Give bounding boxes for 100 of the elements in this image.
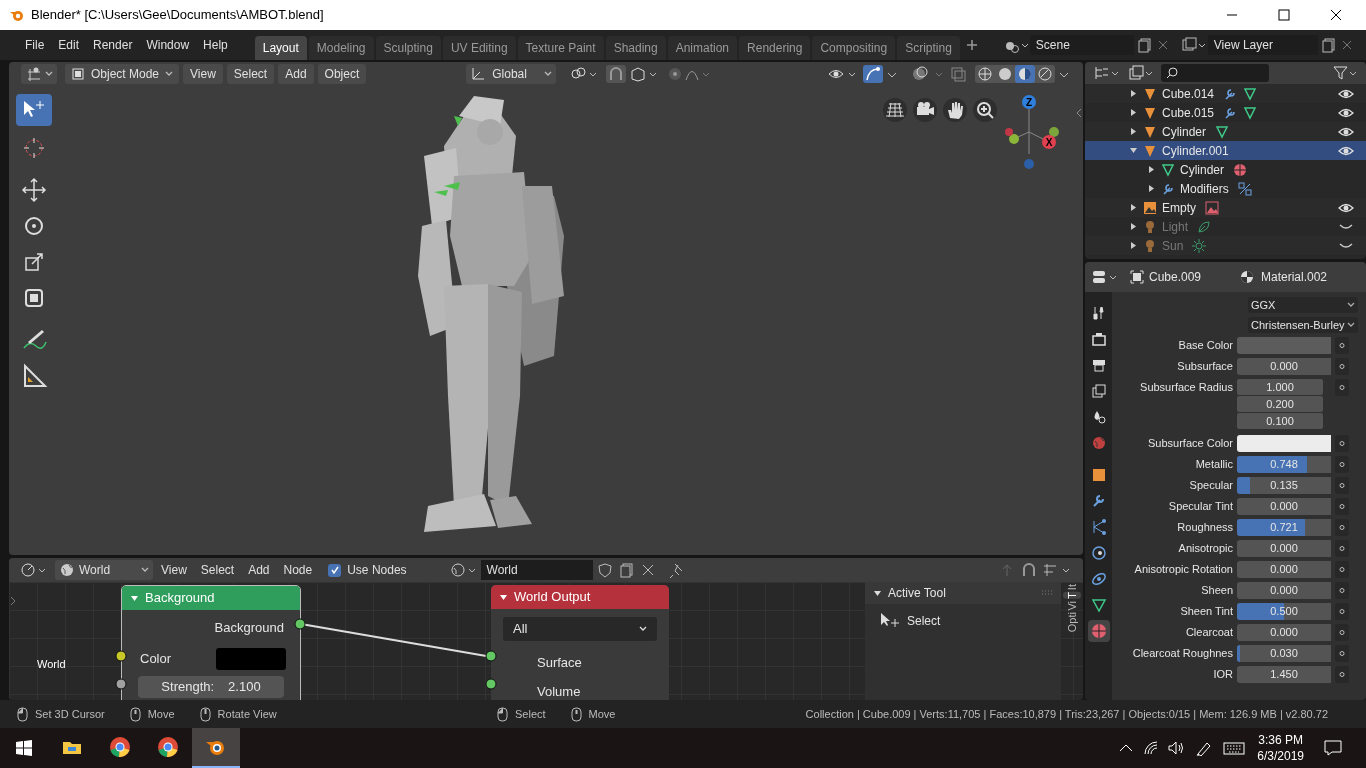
menu-item[interactable]: Help <box>196 36 235 54</box>
menu-item[interactable]: Select <box>226 64 275 84</box>
field-label: Anisotropic Rotation <box>1133 562 1234 577</box>
context-label: World <box>37 657 66 672</box>
object-name[interactable]: Modifiers <box>1180 179 1229 198</box>
socket-label: Surface <box>536 654 583 672</box>
socket-label: Volume <box>536 682 582 700</box>
field-label: IOR <box>1212 667 1234 682</box>
hint-label: Select <box>515 706 546 722</box>
slider-field[interactable]: 1.450 <box>1237 666 1331 683</box>
workspace-tab[interactable]: Sculpting <box>375 36 441 60</box>
scene-field[interactable]: Scene <box>1029 35 1134 55</box>
menu-item[interactable]: View <box>155 561 193 579</box>
slider-field[interactable]: 0.000 <box>1237 561 1331 578</box>
strength-field[interactable]: Strength: 2.100 <box>138 675 284 698</box>
field-label: Sheen <box>1200 583 1234 598</box>
outliner-row[interactable]: Cube.015 <box>1085 103 1366 122</box>
panel-header[interactable]: Active Tool <box>865 582 1061 604</box>
menu-item[interactable]: Node <box>277 561 319 579</box>
menu-item[interactable]: Select <box>194 561 241 579</box>
object-name[interactable]: Empty <box>1162 198 1196 217</box>
breadcrumb-material: Material.002 <box>1261 269 1328 286</box>
node-card[interactable]: World Output All Surface Volume <box>491 585 669 700</box>
menu-item[interactable]: File <box>18 36 52 54</box>
number-field[interactable]: 0.100 <box>1237 413 1323 429</box>
node-title: World Output <box>514 588 591 607</box>
field-label: Clearcoat <box>1184 625 1234 640</box>
object-name[interactable]: Cylinder <box>1162 122 1206 141</box>
axis-handle[interactable]: Z <box>1022 95 1036 109</box>
field-label: Roughness <box>1176 520 1234 535</box>
node-card[interactable]: Background Background Color Strength: 2.100 <box>121 585 301 700</box>
slider-field[interactable]: 0.748 <box>1237 456 1331 473</box>
workspace-tab[interactable]: Texture Paint <box>517 36 604 60</box>
world-dropdown[interactable]: World <box>55 560 153 580</box>
number-field[interactable]: 1.000 <box>1237 379 1323 395</box>
field-label: Sheen Tint <box>1179 604 1234 619</box>
menu-item[interactable]: Edit <box>51 36 87 54</box>
object-name[interactable]: Cylinder.001 <box>1162 141 1229 160</box>
target-dropdown[interactable]: All <box>503 617 657 641</box>
checkbox-label[interactable]: Use Nodes <box>347 561 407 579</box>
workspace-tab[interactable]: Scripting <box>897 36 960 60</box>
slider-field[interactable]: 0.721 <box>1237 519 1331 536</box>
object-name[interactable]: Cube.014 <box>1162 84 1215 103</box>
workspace-tab[interactable]: Modeling <box>308 36 374 60</box>
number-field[interactable]: 0.200 <box>1237 396 1323 412</box>
mode-dropdown[interactable]: Object Mode <box>65 64 180 84</box>
sidebar-tab[interactable]: T <box>1063 592 1081 599</box>
workspace-tab[interactable]: Compositing <box>812 36 896 60</box>
world-name-field[interactable]: World <box>480 560 593 580</box>
sidebar-tab[interactable]: Vi <box>1063 600 1081 611</box>
node-header[interactable]: World Output <box>491 585 669 609</box>
socket-label: Color <box>140 649 173 668</box>
field-label: Specular <box>1188 478 1234 493</box>
slider-field[interactable]: 0.000 <box>1237 498 1331 515</box>
field-label: Subsurface <box>1176 359 1234 374</box>
slider-field[interactable]: 0.000 <box>1237 540 1331 557</box>
field-label: Clearcoat Roughnes <box>1131 646 1234 661</box>
window-title: Blender* [C:\Users\Gee\Documents\AMBOT.blend] <box>31 6 324 25</box>
orientation-dropdown[interactable]: Global <box>466 64 557 84</box>
clock-time[interactable]: 3:36 PM <box>1258 732 1303 748</box>
workspace-tab[interactable]: Shading <box>605 36 666 60</box>
field-label: Metallic <box>1194 457 1234 472</box>
node-title: Background <box>145 589 215 608</box>
menu-item[interactable]: View <box>183 64 223 84</box>
tool-item[interactable]: Select <box>865 604 1061 630</box>
breadcrumb-object: Cube.009 <box>1149 269 1203 286</box>
field-label: Subsurface Color <box>1147 436 1234 451</box>
hint-label: Move <box>147 706 175 722</box>
clock-date[interactable]: 6/3/2019 <box>1257 748 1304 764</box>
status-stats: Collection | Cube.009 | Verts:11,705 | Faces:10,879 | Tris:23,267 | Objects:0/15 | Mem: 126.9 MB | v2.80.72 <box>805 706 1329 722</box>
workspace-tab[interactable]: Layout <box>254 36 307 60</box>
slider-field[interactable]: 0.135 <box>1237 477 1331 494</box>
dropdown[interactable]: Christensen-Burley <box>1248 317 1358 333</box>
workspace-tab[interactable]: UV Editing <box>442 36 516 60</box>
outliner-row[interactable]: Cylinder.001 <box>1085 141 1366 160</box>
menu-item[interactable]: Object <box>317 64 367 84</box>
slider-field[interactable]: 0.000 <box>1237 582 1331 599</box>
field-label: Specular Tint <box>1167 499 1234 514</box>
field-label: Subsurface Radius <box>1139 380 1234 395</box>
menu-item[interactable]: Render <box>86 36 140 54</box>
object-name[interactable]: Cube.015 <box>1162 103 1215 122</box>
menu-item[interactable]: Add <box>278 64 314 84</box>
slider-field[interactable]: 0.000 <box>1237 358 1331 375</box>
field-label: Base Color <box>1177 338 1234 353</box>
slider-field[interactable]: 0.500 <box>1237 603 1331 620</box>
workspace-tab[interactable]: Animation <box>667 36 738 60</box>
slider-field[interactable]: 0.000 <box>1237 624 1331 641</box>
menu-item[interactable]: Add <box>242 561 276 579</box>
hint-label: Set 3D Cursor <box>35 706 105 722</box>
workspace-tab[interactable]: Rendering <box>739 36 811 60</box>
field-label: Anisotropic <box>1177 541 1234 556</box>
slider-field[interactable]: 0.030 <box>1237 645 1331 662</box>
hint-label: Rotate View <box>217 706 277 722</box>
object-name[interactable]: Cylinder <box>1180 160 1224 179</box>
socket-label: Background <box>214 619 284 637</box>
menu-item[interactable]: Window <box>139 36 197 54</box>
axis-handle[interactable]: X <box>1042 135 1056 149</box>
dropdown[interactable]: GGX <box>1248 297 1358 313</box>
view-layer-field[interactable]: View Layer <box>1207 35 1318 55</box>
hint-label: Move <box>588 706 616 722</box>
